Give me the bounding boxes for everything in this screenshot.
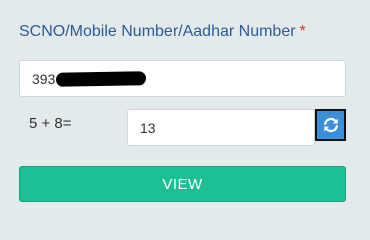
view-button[interactable]: VIEW <box>19 166 346 202</box>
scno-search-form: SCNO/Mobile Number/Aadhar Number * 393 5 … <box>0 0 370 235</box>
scno-label-text: SCNO/Mobile Number/Aadhar Number <box>19 23 296 40</box>
captcha-input[interactable]: 13 <box>127 109 315 146</box>
redaction-mark <box>55 71 147 87</box>
required-mark: * <box>299 23 306 40</box>
captcha-question: 5 + 8= <box>29 115 72 132</box>
scno-label: SCNO/Mobile Number/Aadhar Number * <box>19 23 306 41</box>
scno-input-value: 393 <box>32 70 56 87</box>
scno-input[interactable]: 393 <box>19 60 346 97</box>
refresh-icon <box>323 117 338 133</box>
captcha-refresh-button[interactable] <box>315 109 346 141</box>
captcha-input-value: 13 <box>140 119 156 136</box>
